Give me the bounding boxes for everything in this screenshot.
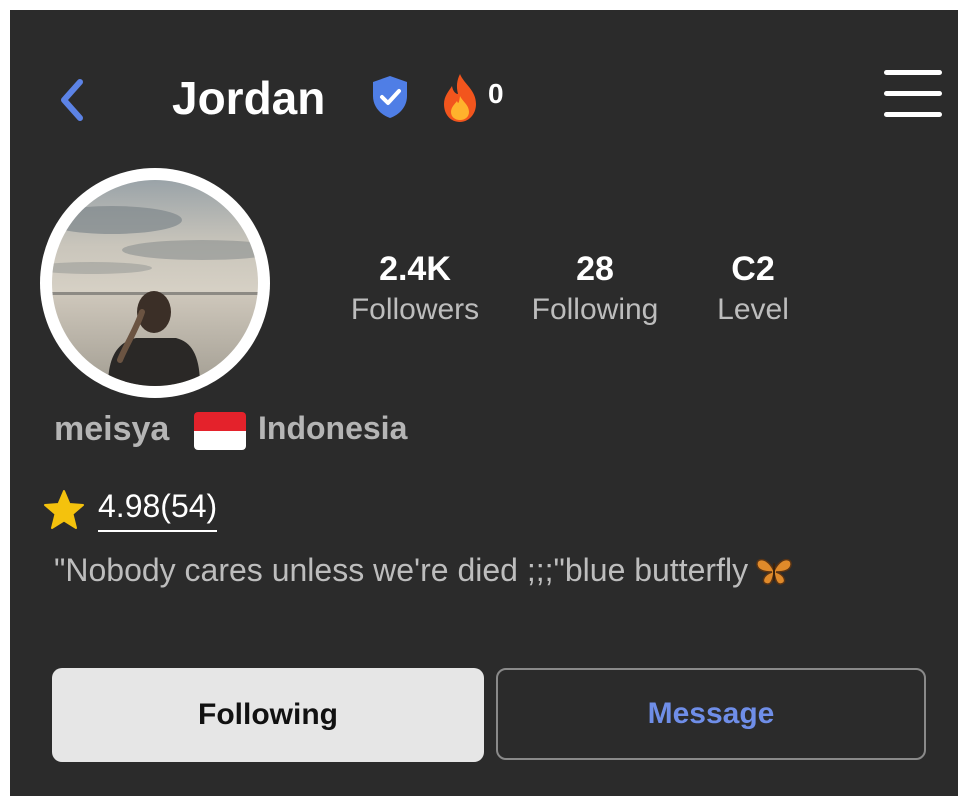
streak-count: 0 — [488, 78, 504, 109]
star-icon — [42, 488, 86, 532]
stat-followers[interactable]: 2.4K Followers — [330, 248, 500, 330]
following-label: Following — [531, 293, 659, 326]
bio-text: "Nobody cares unless we're died ;;;"blue… — [54, 552, 749, 588]
profile-screen: Jordan 0 2.4K Followers 28 Following C2 … — [10, 10, 958, 796]
stat-following[interactable]: 28 Following — [510, 248, 680, 330]
followers-count: 2.4K — [379, 250, 451, 288]
chevron-left-icon — [61, 79, 83, 121]
following-button[interactable]: Following — [52, 668, 484, 762]
avatar[interactable] — [52, 180, 258, 386]
level-label: Level — [717, 293, 789, 326]
butterfly-icon — [754, 555, 794, 596]
rating-link[interactable]: 4.98(54) — [98, 486, 218, 532]
following-count: 28 — [576, 250, 614, 288]
profile-title: Jordan — [172, 72, 326, 124]
fire-icon — [438, 72, 482, 124]
bio: "Nobody cares unless we're died ;;;"blue… — [54, 550, 794, 596]
followers-label: Followers — [350, 293, 480, 326]
hamburger-menu-icon — [884, 70, 942, 117]
stat-level[interactable]: C2 Level — [668, 248, 838, 330]
level-value: C2 — [731, 250, 775, 288]
verified-shield-icon — [370, 74, 410, 120]
username: meisya — [54, 410, 170, 448]
country-label: Indonesia — [258, 410, 408, 446]
message-button[interactable]: Message — [496, 668, 926, 760]
menu-button[interactable] — [882, 68, 944, 120]
back-button[interactable] — [52, 72, 92, 128]
indonesia-flag-icon — [194, 412, 246, 450]
